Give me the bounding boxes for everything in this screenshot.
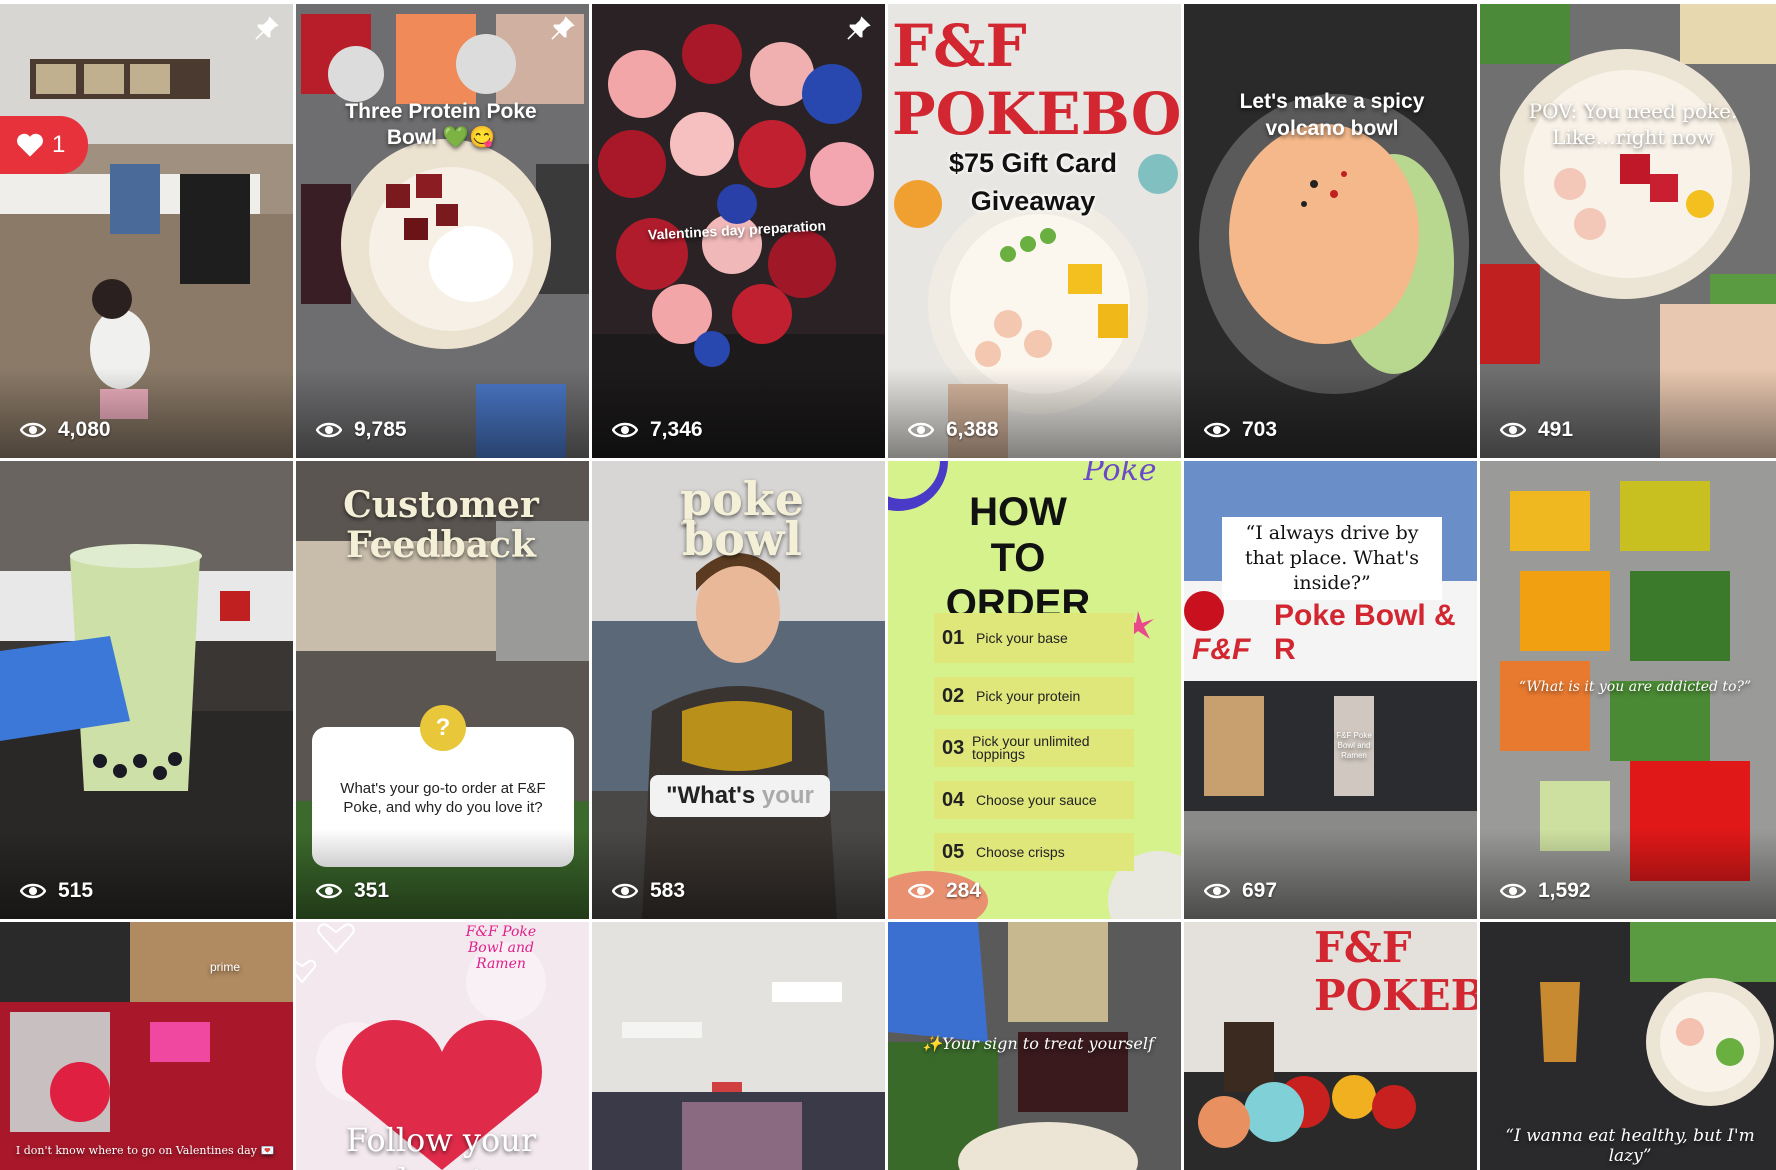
tile-title: HOW TO ORDER [945,490,1091,626]
view-count: 284 [908,879,981,903]
view-count: 515 [20,879,93,903]
video-grid: 1 4,080 Three Protein Poke Bowl 💚😋 9,785 [0,0,1776,1170]
question-mark-icon: ? [420,705,466,751]
video-caption: “What is it you are addicted to?” [1518,679,1752,695]
video-tile[interactable]: Valentines day preparation 7,346 [592,4,885,458]
store-sign-text: Poke Bowl & R [1274,599,1456,666]
pin-icon [255,16,279,40]
video-tile[interactable] [592,922,885,1170]
order-steps: 01 Pick your base 02 Pick your protein 03 P… [934,613,1134,885]
video-caption: Follow your heart [345,1121,537,1170]
restaurant-ceiling-thumbnail [592,922,885,1170]
video-caption: Let's make a spicy volcano bowl [1239,90,1425,140]
view-count: 697 [1204,879,1277,903]
video-caption: POV: You need poke. Like…right now [1528,99,1738,149]
view-count: 703 [1204,418,1277,442]
eye-icon [908,883,934,899]
view-count: 7,346 [612,418,703,442]
video-tile[interactable]: poke bowl "What's your 583 [592,461,885,919]
video-tile[interactable]: F&F Poke Bowl and Ramen Follow your hear… [296,922,589,1170]
store-sign-logo: F&F [1192,633,1251,666]
pin-icon [551,16,575,40]
quote-card: “I always drive by that place. What's in… [1222,517,1442,600]
eye-icon [1500,883,1526,899]
like-count-badge: 1 [0,116,88,174]
video-tile[interactable]: ✨Your sign to treat yourself [888,922,1181,1170]
tile-title: Customer Feedback [343,484,539,566]
eye-icon [612,422,638,438]
video-tile[interactable]: “I always drive by that place. What's in… [1184,461,1477,919]
heart-icon [17,133,43,157]
video-tile[interactable]: “I wanna eat healthy, but I'm lazy” [1480,922,1776,1170]
tile-title: poke bowl [680,472,804,566]
order-step: 01 Pick your base [934,613,1134,663]
like-count: 1 [52,131,66,158]
view-count: 4,080 [20,418,111,442]
video-caption: I don't know where to go on Valentines d… [15,1144,275,1157]
video-tile[interactable]: Poke HOW TO ORDER 01 Pick your base 02 Pic… [888,461,1181,919]
order-step: 04 Choose your sauce [934,781,1134,819]
video-tile[interactable]: Customer Feedback ? What's your go-to or… [296,461,589,919]
eye-icon [1204,422,1230,438]
brand-text: prime [209,960,240,974]
eye-icon [1500,422,1526,438]
video-tile[interactable]: POV: You need poke. Like…right now 491 [1480,4,1776,458]
video-caption: ✨Your sign to treat yourself [922,1034,1154,1053]
eye-icon [316,883,342,899]
question-text: What's your go-to order at F&F Poke, and… [340,780,546,816]
eye-icon [316,422,342,438]
video-tile[interactable]: 1 4,080 [0,4,293,458]
eye-icon [908,422,934,438]
video-caption: $75 Gift Card Giveaway [948,148,1118,216]
view-count: 491 [1500,418,1573,442]
view-count: 6,388 [908,418,999,442]
brand-text: F&F Poke Bowl and Ramen [465,924,537,972]
view-count: 351 [316,879,389,903]
store-sign-text: F&F POKEBO [892,12,1181,148]
video-caption: “I wanna eat healthy, but I'm lazy” [1505,1126,1755,1166]
order-step: 03 Pick your unlimited toppings [934,729,1134,767]
video-tile[interactable]: F&F POKEBO $75 Gift Card Giveaway 6,388 [888,4,1181,458]
video-tile[interactable]: Let's make a spicy volcano bowl 703 [1184,4,1477,458]
video-tile[interactable]: F&F POKEBO [1184,922,1477,1170]
eye-icon [1204,883,1230,899]
eye-icon [612,883,638,899]
corner-script: Poke [1083,461,1157,488]
order-step: 02 Pick your protein [934,677,1134,715]
video-caption: "What's your [650,775,830,817]
eye-icon [20,422,46,438]
video-tile[interactable]: prime I don't know where to go on Valent… [0,922,293,1170]
view-count: 9,785 [316,418,407,442]
video-tile[interactable]: 515 [0,461,293,919]
video-caption: Three Protein Poke Bowl 💚😋 [345,100,537,149]
video-tile[interactable]: “What is it you are addicted to?” 1,592 [1480,461,1776,919]
order-step: 05 Choose crisps [934,833,1134,871]
video-tile[interactable]: Three Protein Poke Bowl 💚😋 9,785 [296,4,589,458]
store-window-text: F&F Poke Bowl and Ramen [1336,731,1372,760]
view-count: 1,592 [1500,879,1591,903]
view-count: 583 [612,879,685,903]
pin-icon [847,16,871,40]
store-sign-text: F&F POKEBO [1314,923,1477,1020]
eye-icon [20,883,46,899]
